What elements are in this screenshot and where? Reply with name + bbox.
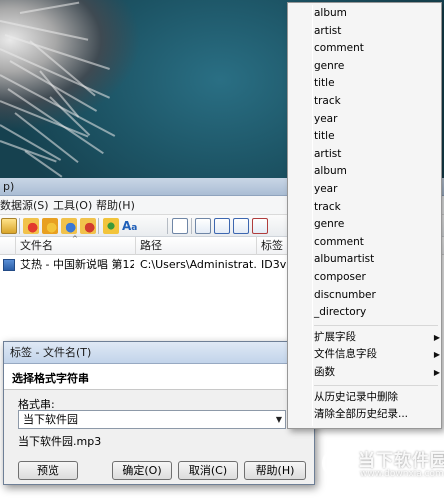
fur-strand bbox=[29, 40, 96, 97]
column-path[interactable]: 路径 bbox=[136, 237, 257, 255]
doc-arrow-icon[interactable] bbox=[233, 218, 249, 234]
tag-yellow-icon[interactable] bbox=[42, 218, 58, 234]
doc-num-icon[interactable] bbox=[252, 218, 268, 234]
chevron-down-icon[interactable]: ▼ bbox=[276, 411, 282, 428]
menu-item-field[interactable]: albumartist bbox=[314, 251, 374, 268]
menu-item-field[interactable]: genre bbox=[314, 216, 344, 233]
tag-orange-icon[interactable] bbox=[61, 218, 77, 234]
folder-open-icon[interactable] bbox=[1, 218, 17, 234]
text-case-icon[interactable]: Aa bbox=[122, 218, 144, 234]
dialog-title-bar: 标签 - 文件名(T) bbox=[4, 342, 314, 364]
submenu-arrow-icon: ▶ bbox=[433, 368, 440, 377]
submenu-label: 文件信息字段 bbox=[314, 348, 377, 361]
menu-item-field[interactable]: comment bbox=[314, 40, 364, 57]
menu-data-source[interactable]: 数据源(S) bbox=[0, 198, 49, 213]
dialog-title: 标签 - 文件名(T) bbox=[10, 346, 92, 359]
audio-file-icon bbox=[3, 259, 15, 271]
menu-item-field[interactable]: album bbox=[314, 5, 347, 22]
doc-tag-icon[interactable] bbox=[214, 218, 230, 234]
fur-strand bbox=[24, 150, 63, 178]
field-context-menu: album artist comment genre title track year tit… bbox=[287, 2, 442, 429]
menu-item-field[interactable]: _directory bbox=[314, 304, 366, 321]
doc-icon[interactable] bbox=[195, 218, 211, 234]
edit-icon[interactable] bbox=[172, 218, 188, 234]
submenu-label: 函数 bbox=[314, 366, 335, 378]
fur-texture bbox=[0, 0, 170, 178]
menu-separator bbox=[314, 384, 438, 386]
menu-item-field[interactable]: artist bbox=[314, 23, 341, 40]
menu-tools[interactable]: 工具(O) bbox=[53, 198, 92, 213]
menu-item-history[interactable]: 清除全部历史纪录... bbox=[314, 406, 408, 423]
format-dialog: 标签 - 文件名(T) 选择格式字符串 格式串: 当下软件园 ▼ 当下软件园.m… bbox=[3, 341, 315, 485]
ok-button[interactable]: 确定(O) bbox=[112, 461, 172, 480]
menu-item-submenu[interactable]: 扩展字段 ▶ bbox=[314, 329, 440, 346]
format-string-combobox[interactable]: 当下软件园 ▼ bbox=[18, 410, 286, 429]
menu-item-field[interactable]: composer bbox=[314, 269, 366, 286]
window-title: p) bbox=[3, 180, 15, 193]
menu-item-submenu[interactable]: 函数 ▶ bbox=[314, 364, 440, 381]
row-filename: 艾热 - 中国新说唱 第12... bbox=[20, 258, 134, 271]
watermark-logo-icon bbox=[322, 448, 352, 478]
tag-red-icon[interactable] bbox=[23, 218, 39, 234]
cancel-button[interactable]: 取消(C) bbox=[178, 461, 238, 480]
menu-item-field[interactable]: title bbox=[314, 75, 335, 92]
toolbar-separator bbox=[19, 218, 20, 234]
menu-item-field[interactable]: year bbox=[314, 111, 337, 128]
menu-item-field[interactable]: artist bbox=[314, 146, 341, 163]
submenu-arrow-icon: ▶ bbox=[433, 332, 440, 342]
menu-item-history[interactable]: 从历史记录中删除 bbox=[314, 389, 398, 406]
menu-item-field[interactable]: title bbox=[314, 128, 335, 145]
menu-item-field[interactable]: comment bbox=[314, 234, 364, 251]
menu-item-field[interactable]: track bbox=[314, 93, 341, 110]
toolbar-separator bbox=[98, 218, 99, 234]
web-source-icon[interactable] bbox=[103, 218, 119, 234]
dialog-heading: 选择格式字符串 bbox=[12, 372, 89, 385]
menu-item-field[interactable]: genre bbox=[314, 58, 344, 75]
menu-item-field[interactable]: track bbox=[314, 199, 341, 216]
toolbar-separator bbox=[191, 218, 192, 234]
toolbar-separator bbox=[167, 218, 168, 234]
column-spacer bbox=[0, 237, 16, 255]
format-string-value: 当下软件园 bbox=[23, 413, 78, 426]
sort-arrow-icon: ^ bbox=[72, 235, 78, 243]
preview-button[interactable]: 预览 bbox=[18, 461, 78, 480]
menu-item-field[interactable]: discnumber bbox=[314, 287, 376, 304]
tag-multi-icon[interactable] bbox=[80, 218, 96, 234]
menu-gutter bbox=[312, 5, 313, 426]
watermark-text: 当下软件园 bbox=[358, 451, 444, 471]
menu-item-submenu[interactable]: 文件信息字段 ▶ bbox=[314, 346, 440, 363]
watermark: 当下软件园 www.downxia.com bbox=[322, 446, 444, 486]
watermark-url: www.downxia.com bbox=[360, 469, 444, 479]
submenu-arrow-icon: ▶ bbox=[433, 350, 440, 360]
menu-item-field[interactable]: album bbox=[314, 163, 347, 180]
fur-strand bbox=[19, 1, 80, 14]
menu-item-field[interactable]: year bbox=[314, 181, 337, 198]
menu-help[interactable]: 帮助(H) bbox=[96, 198, 135, 213]
help-button[interactable]: 帮助(H) bbox=[244, 461, 306, 480]
menu-separator bbox=[314, 324, 438, 326]
dialog-heading-band: 选择格式字符串 bbox=[4, 364, 314, 390]
filename-preview: 当下软件园.mp3 bbox=[18, 435, 102, 448]
submenu-label: 扩展字段 bbox=[314, 330, 356, 343]
row-path: C:\Users\Administrat... bbox=[140, 258, 257, 271]
